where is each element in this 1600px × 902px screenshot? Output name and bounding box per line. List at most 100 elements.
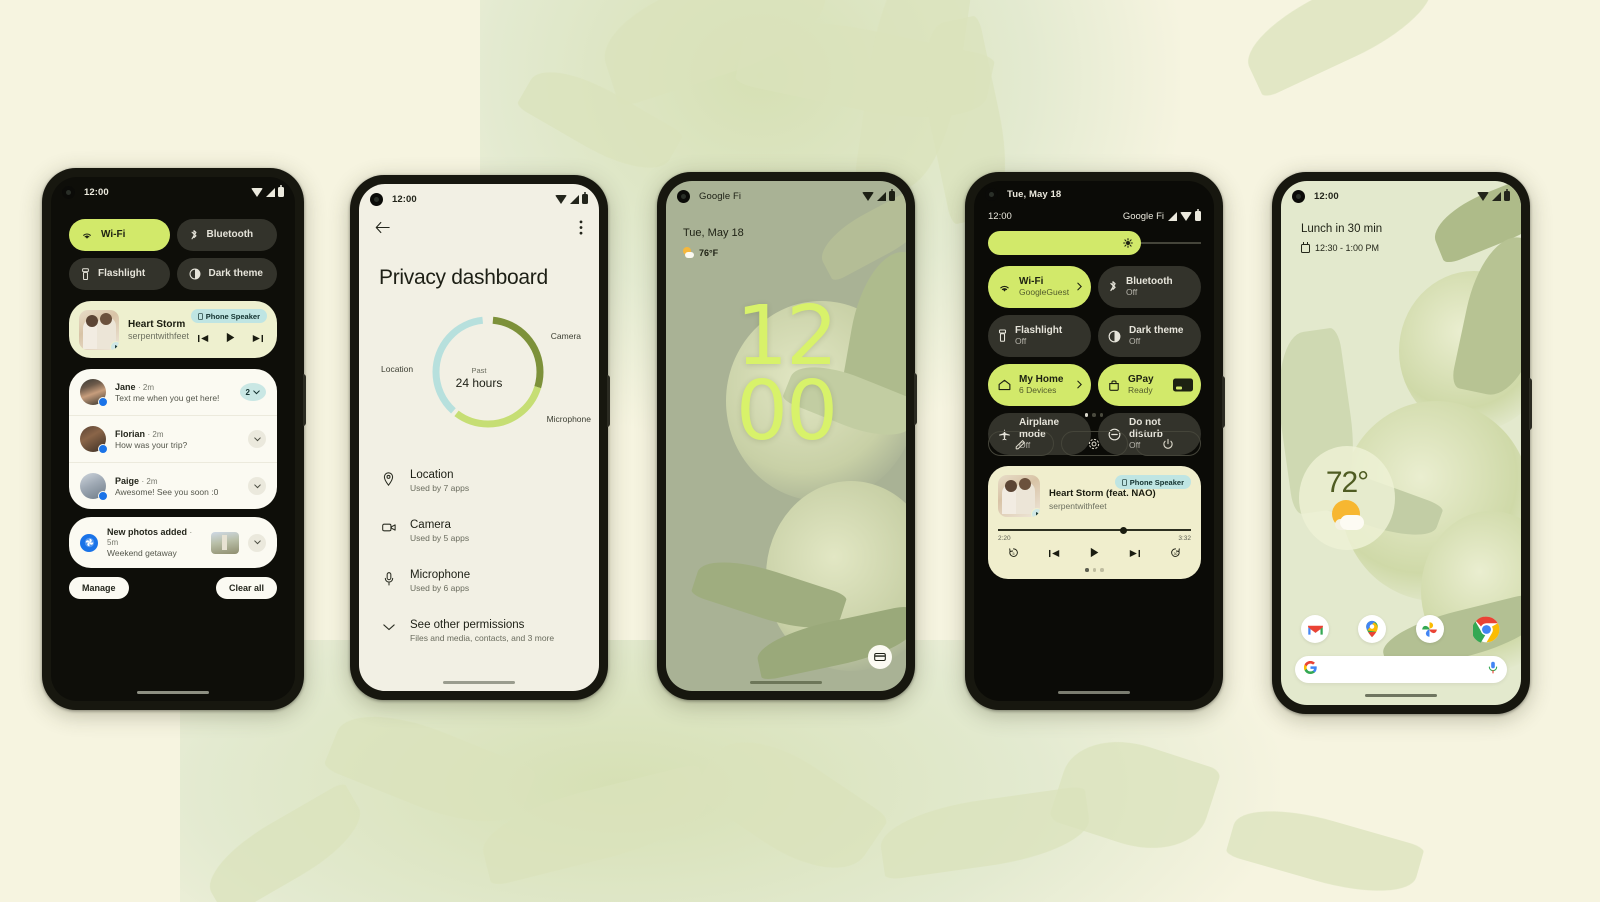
page-dot[interactable] xyxy=(1092,413,1096,417)
list-item-location[interactable]: Location Used by 7 apps xyxy=(379,456,583,506)
clock-minutes: 00 xyxy=(735,364,838,460)
chevron-right-icon[interactable] xyxy=(1077,376,1082,394)
output-device-chip[interactable]: Phone Speaker xyxy=(1114,475,1191,489)
qs-page-indicator[interactable] xyxy=(974,413,1214,417)
permission-sub: Files and media, contacts, and 3 more xyxy=(410,633,555,643)
weather-widget[interactable]: 72° xyxy=(1299,446,1395,550)
page-dot[interactable] xyxy=(1100,568,1104,572)
shade-actions: Manage Clear all xyxy=(69,577,277,599)
chrome-icon[interactable] xyxy=(1473,615,1501,643)
play-button[interactable] xyxy=(1090,545,1099,563)
at-a-glance-event-title[interactable]: Lunch in 30 min xyxy=(1301,223,1382,235)
tile-dark-theme[interactable]: Dark theme Off xyxy=(1098,315,1201,357)
chevron-right-icon[interactable] xyxy=(1077,278,1082,296)
tile-label: GPay xyxy=(1128,373,1154,385)
tile-gpay[interactable]: GPay Ready xyxy=(1098,364,1201,406)
list-item[interactable]: Paige · 2m Awesome! See you soon :0 xyxy=(69,462,277,509)
gmail-icon[interactable]: M xyxy=(1301,615,1329,643)
microphone-icon[interactable] xyxy=(1488,661,1498,679)
tile-bluetooth[interactable]: Bluetooth xyxy=(176,219,277,251)
photos-notification[interactable]: New photos added · 5m Weekend getaway xyxy=(69,517,277,568)
expand-button-with-count[interactable]: 2 xyxy=(239,383,266,401)
tile-wifi[interactable]: Wi-Fi xyxy=(69,219,170,251)
navigation-gesture-pill[interactable] xyxy=(1365,694,1437,697)
calendar-icon xyxy=(1301,242,1310,253)
list-item[interactable]: Jane · 2m Text me when you get here! 2 xyxy=(69,369,277,415)
expand-button[interactable] xyxy=(248,533,266,552)
next-button[interactable] xyxy=(252,330,263,348)
next-button[interactable] xyxy=(1129,545,1140,563)
overflow-menu-button[interactable] xyxy=(579,220,583,240)
forward-30-button[interactable]: 30 xyxy=(1170,545,1181,563)
at-a-glance-event-time[interactable]: 12:30 - 1:00 PM xyxy=(1301,242,1379,253)
donut-label-camera: Camera xyxy=(550,331,581,341)
tile-label: Bluetooth xyxy=(206,229,254,241)
tile-dark-theme[interactable]: Dark theme xyxy=(176,258,277,290)
tile-my-home[interactable]: My Home 6 Devices xyxy=(988,364,1091,406)
list-item[interactable]: New photos added · 5m Weekend getaway xyxy=(69,517,277,568)
previous-button[interactable] xyxy=(1049,545,1060,563)
output-device-chip[interactable]: Phone Speaker xyxy=(190,309,267,323)
status-time: 12:00 xyxy=(1314,190,1339,202)
list-item-see-other-permissions[interactable]: See other permissions Files and media, c… xyxy=(379,606,583,656)
battery-icon xyxy=(1504,189,1510,201)
media-page-indicator[interactable] xyxy=(998,568,1191,572)
screen-1: 12:00 Wi-Fi Bluetooth Flashlight Dark th… xyxy=(51,177,295,701)
media-seek-bar[interactable] xyxy=(998,525,1191,534)
navigation-gesture-pill[interactable] xyxy=(443,681,515,684)
wifi-icon xyxy=(1477,191,1489,201)
chevron-down-icon xyxy=(253,389,260,394)
back-button[interactable] xyxy=(375,221,390,239)
edit-pencil-icon[interactable] xyxy=(988,431,1055,456)
page-dot[interactable] xyxy=(1092,568,1097,572)
list-item-camera[interactable]: Camera Used by 5 apps xyxy=(379,506,583,556)
donut-center-text: Past 24 hours xyxy=(429,366,529,390)
permission-name: See other permissions xyxy=(410,619,525,631)
tile-wifi[interactable]: Wi-Fi GoogleGuest xyxy=(988,266,1091,308)
navigation-gesture-pill[interactable] xyxy=(750,681,822,684)
quick-settings-tiles: Wi-Fi Bluetooth Flashlight Dark theme xyxy=(69,219,277,290)
output-device-label: Phone Speaker xyxy=(1129,477,1184,487)
shade-background-sheet xyxy=(51,549,295,701)
media-player-card[interactable]: Heart Storm (feat. NAO) serpentwithfeet … xyxy=(988,466,1201,579)
replay-5-button[interactable]: 5 xyxy=(1008,545,1019,563)
donut-center-line1: Past xyxy=(471,366,487,375)
maps-icon[interactable] xyxy=(1358,615,1387,643)
tile-flashlight[interactable]: Flashlight Off xyxy=(988,315,1091,357)
media-player-card[interactable]: Heart Storm serpentwithfeet Phone Speake… xyxy=(69,301,277,358)
google-search-bar[interactable] xyxy=(1295,656,1507,683)
battery-icon xyxy=(278,185,284,197)
settings-gear-icon[interactable] xyxy=(1061,431,1128,456)
page-dot[interactable] xyxy=(1085,568,1089,572)
photos-icon[interactable] xyxy=(1415,615,1444,643)
search-input[interactable] xyxy=(1325,664,1480,675)
permission-name: Location xyxy=(410,469,454,481)
brightness-slider[interactable] xyxy=(988,231,1201,255)
page-dot[interactable] xyxy=(1099,413,1104,417)
previous-button[interactable] xyxy=(198,330,209,348)
wallet-card-icon[interactable] xyxy=(868,645,892,669)
notif-sender: Florian xyxy=(115,428,146,439)
clear-all-button[interactable]: Clear all xyxy=(215,577,277,599)
navigation-gesture-pill[interactable] xyxy=(137,691,209,694)
permission-name: Microphone xyxy=(410,569,471,581)
play-button[interactable] xyxy=(226,330,235,348)
notif-sender: Paige xyxy=(115,475,140,486)
list-item-microphone[interactable]: Microphone Used by 6 apps xyxy=(379,556,583,606)
qs-footer-buttons xyxy=(988,431,1201,456)
expand-button[interactable] xyxy=(248,430,266,448)
expand-button[interactable] xyxy=(248,477,266,495)
power-icon[interactable] xyxy=(1134,431,1201,456)
list-item[interactable]: Florian · 2m How was your trip? xyxy=(69,415,277,462)
home-icon xyxy=(998,379,1011,391)
seek-knob[interactable] xyxy=(1119,526,1127,534)
navigation-gesture-pill[interactable] xyxy=(1058,691,1130,694)
flashlight-icon xyxy=(81,267,90,281)
manage-button[interactable]: Manage xyxy=(69,577,129,599)
page-dot[interactable] xyxy=(1084,413,1089,417)
status-bar: 12:00 xyxy=(1281,181,1521,211)
tile-flashlight[interactable]: Flashlight xyxy=(69,258,170,290)
flashlight-icon xyxy=(998,329,1007,343)
lockscreen-weather[interactable]: 76°F xyxy=(683,247,718,258)
tile-bluetooth[interactable]: Bluetooth Off xyxy=(1098,266,1201,308)
